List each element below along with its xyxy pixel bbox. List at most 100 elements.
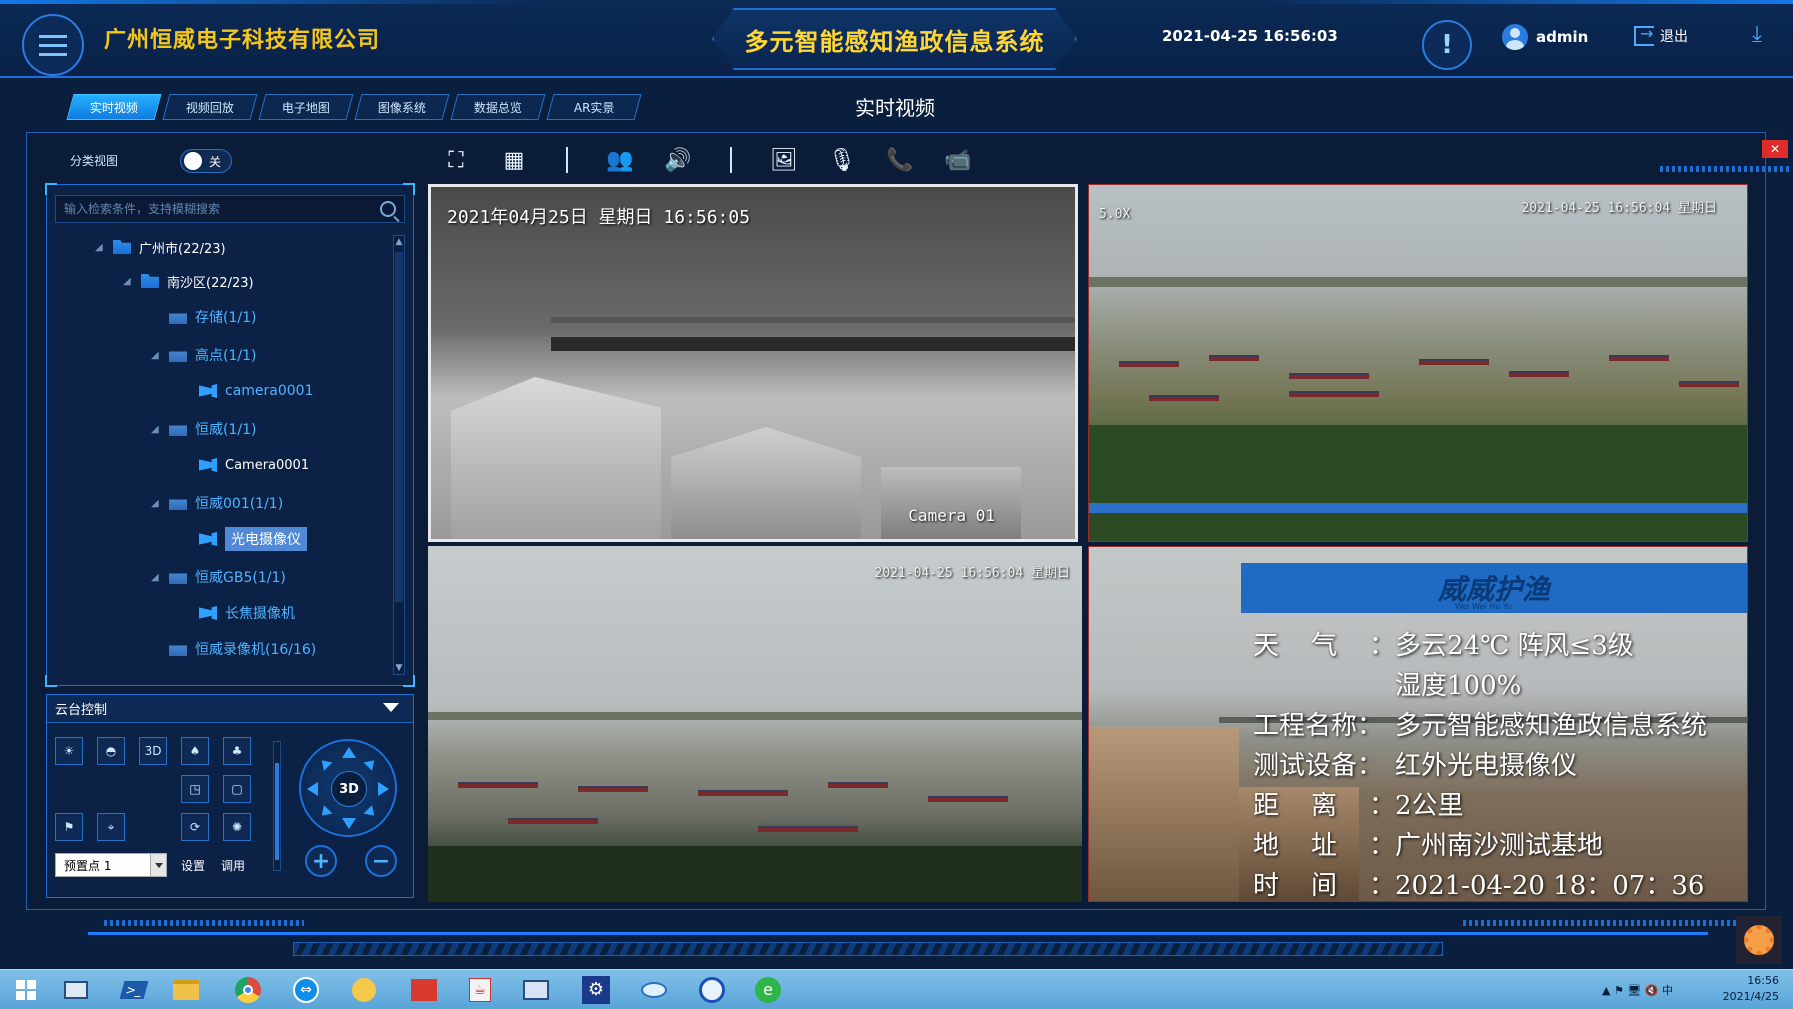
tree-node-telephoto-camera[interactable]: 长焦摄像机 — [181, 601, 295, 625]
computer-icon[interactable] — [56, 975, 96, 1005]
download-icon[interactable]: ⤓ — [1746, 24, 1768, 48]
arrow-left-icon[interactable] — [307, 782, 318, 796]
select-arrow-icon[interactable] — [150, 854, 166, 876]
tree-node-hengwei001[interactable]: ◢ 恒威001(1/1) — [151, 491, 283, 515]
location-icon[interactable]: ⌖ — [97, 813, 125, 841]
arrow-down-right-icon[interactable] — [363, 805, 379, 820]
tree-icon[interactable]: ♠ — [181, 737, 209, 765]
scroll-up-icon[interactable]: ▲ — [394, 236, 404, 248]
teamviewer-icon[interactable]: ⇔ — [286, 975, 326, 1005]
fullscreen-icon[interactable]: ⛶ — [440, 144, 472, 176]
system-tray-icons[interactable]: ▲ ⚑ 🖥 🔇 中 — [1602, 982, 1673, 998]
tree-label: 长焦摄像机 — [225, 606, 295, 622]
microphone-icon[interactable]: 🎙 — [826, 144, 858, 176]
forest-icon[interactable]: ♣ — [223, 737, 251, 765]
tree-node-hengwei[interactable]: ◢ 恒威(1/1) — [151, 417, 256, 441]
video-window-4[interactable]: 威威护渔 Wei Wei Hu Yu 天气： 多云24℃ 阵风≤3级 湿度100%… — [1088, 546, 1748, 902]
group-icon[interactable]: 👥 — [604, 144, 636, 176]
arrow-right-icon[interactable] — [378, 782, 389, 796]
tree-node-gaodian[interactable]: ◢ 高点(1/1) — [151, 343, 256, 367]
tab-video-playback[interactable]: 视频回放 — [162, 94, 258, 120]
classify-view-toggle[interactable]: 关 — [180, 149, 232, 173]
direction-pad[interactable]: 3D — [299, 739, 397, 837]
tree-node-storage[interactable]: 存储(1/1) — [151, 305, 256, 329]
scroll-down-icon[interactable]: ▼ — [394, 662, 404, 674]
arrow-up-right-icon[interactable] — [363, 756, 379, 771]
focus-far-icon[interactable]: ▢ — [223, 775, 251, 803]
tree-node-nansha[interactable]: ◢ 南沙区(22/23) — [123, 269, 254, 293]
logout-button[interactable]: 退出 — [1634, 24, 1688, 46]
close-icon[interactable]: ✕ — [1762, 140, 1788, 158]
video-scene-boat — [508, 818, 598, 824]
collapse-arrow-icon[interactable]: ◢ — [151, 572, 161, 583]
user-menu[interactable]: admin — [1502, 24, 1588, 50]
wiper-icon[interactable]: ◓ — [97, 737, 125, 765]
tree-node-hengweigb5[interactable]: ◢ 恒威GB5(1/1) — [151, 565, 286, 589]
scroll-thumb[interactable] — [395, 252, 403, 602]
tab-image-system[interactable]: 图像系统 — [354, 94, 450, 120]
speaker-icon[interactable]: 🔊 — [662, 144, 694, 176]
video-window-2[interactable]: 5.0X 2021-04-25 16:56:04 星期日 — [1088, 184, 1748, 542]
focus-near-icon[interactable]: ◳ — [181, 775, 209, 803]
arrow-down-left-icon[interactable] — [317, 805, 333, 820]
windows-start-icon[interactable] — [6, 975, 46, 1005]
ptz-header[interactable]: 云台控制 — [47, 695, 413, 723]
tab-data-overview[interactable]: 数据总览 — [450, 94, 546, 120]
tree-node-camera0001-b[interactable]: Camera0001 — [181, 453, 309, 477]
collapse-arrow-icon[interactable]: ◢ — [151, 498, 161, 509]
tree-scrollbar[interactable]: ▲ ▼ — [393, 235, 405, 675]
tab-electronic-map[interactable]: 电子地图 — [258, 94, 354, 120]
record-camera-icon[interactable]: 📹 — [942, 144, 974, 176]
video-window-3[interactable]: 2021-04-25 16:56:04 星期日 — [428, 546, 1082, 902]
grid-layout-icon[interactable]: ▦ — [498, 144, 530, 176]
refresh-icon[interactable]: ⟳ — [181, 813, 209, 841]
file-explorer-icon[interactable] — [166, 975, 206, 1005]
video-window-1[interactable]: 2021年04月25日 星期日 16:56:05 Camera 01 — [428, 184, 1078, 542]
zoom-out-icon[interactable]: − — [365, 845, 397, 877]
app-icon-yellow[interactable] — [344, 975, 384, 1005]
overlay-value: 多云24℃ 阵风≤3级 — [1395, 630, 1634, 661]
dpad-center-3d[interactable]: 3D — [331, 771, 367, 807]
auto-scan-icon[interactable]: ✺ — [223, 813, 251, 841]
settings-app-icon[interactable]: ⚙ — [576, 975, 616, 1005]
app-icon-red-box[interactable] — [404, 975, 444, 1005]
browser-green-icon[interactable]: e — [748, 975, 788, 1005]
tab-realtime-video[interactable]: 实时视频 — [66, 94, 162, 120]
tree-node-recorder[interactable]: 恒威录像机(16/16) — [151, 637, 316, 661]
device-group-icon — [169, 499, 187, 510]
chevron-down-icon[interactable] — [383, 703, 399, 712]
zoom-slider[interactable] — [273, 741, 281, 871]
tree-node-guangzhou[interactable]: ◢ 广州市(22/23) — [95, 235, 226, 259]
menu-button[interactable] — [22, 14, 84, 76]
system-clock[interactable]: 16:56 2021/4/25 — [1723, 973, 1779, 1005]
java-icon[interactable]: ☕ — [460, 975, 500, 1005]
collapse-arrow-icon[interactable]: ◢ — [95, 242, 105, 253]
powershell-icon[interactable]: >_ — [114, 975, 154, 1005]
collapse-arrow-icon[interactable]: ◢ — [151, 424, 161, 435]
snapshot-icon[interactable]: 🖼 — [768, 144, 800, 176]
preset-call-button[interactable]: 调用 — [221, 857, 245, 874]
tree-node-optical-camera[interactable]: 光电摄像仪 — [181, 527, 307, 551]
circle-app-icon[interactable] — [692, 975, 732, 1005]
tab-ar-scene[interactable]: AR实景 — [546, 94, 642, 120]
chrome-icon[interactable] — [228, 975, 268, 1005]
remote-desktop-icon[interactable] — [516, 975, 556, 1005]
eye-app-icon[interactable] — [634, 975, 674, 1005]
phone-call-icon[interactable]: 📞 — [884, 144, 916, 176]
light-icon[interactable]: ☀ — [55, 737, 83, 765]
search-input[interactable] — [64, 202, 364, 216]
arrow-up-left-icon[interactable] — [317, 756, 333, 771]
alert-button[interactable]: ! — [1422, 20, 1472, 70]
ptz-3d-button[interactable]: 3D — [139, 737, 167, 765]
preset-select[interactable]: 预置点 1 — [55, 853, 167, 877]
flag-icon[interactable]: ⚑ — [55, 813, 83, 841]
collapse-arrow-icon[interactable]: ◢ — [151, 350, 161, 361]
settings-gear-icon[interactable] — [1736, 916, 1782, 964]
zoom-in-icon[interactable]: + — [305, 845, 337, 877]
arrow-up-icon[interactable] — [342, 747, 356, 758]
tree-node-camera0001[interactable]: camera0001 — [181, 379, 314, 403]
preset-set-button[interactable]: 设置 — [181, 857, 205, 874]
collapse-arrow-icon[interactable]: ◢ — [123, 276, 133, 287]
search-icon[interactable] — [380, 201, 396, 217]
arrow-down-icon[interactable] — [342, 818, 356, 829]
